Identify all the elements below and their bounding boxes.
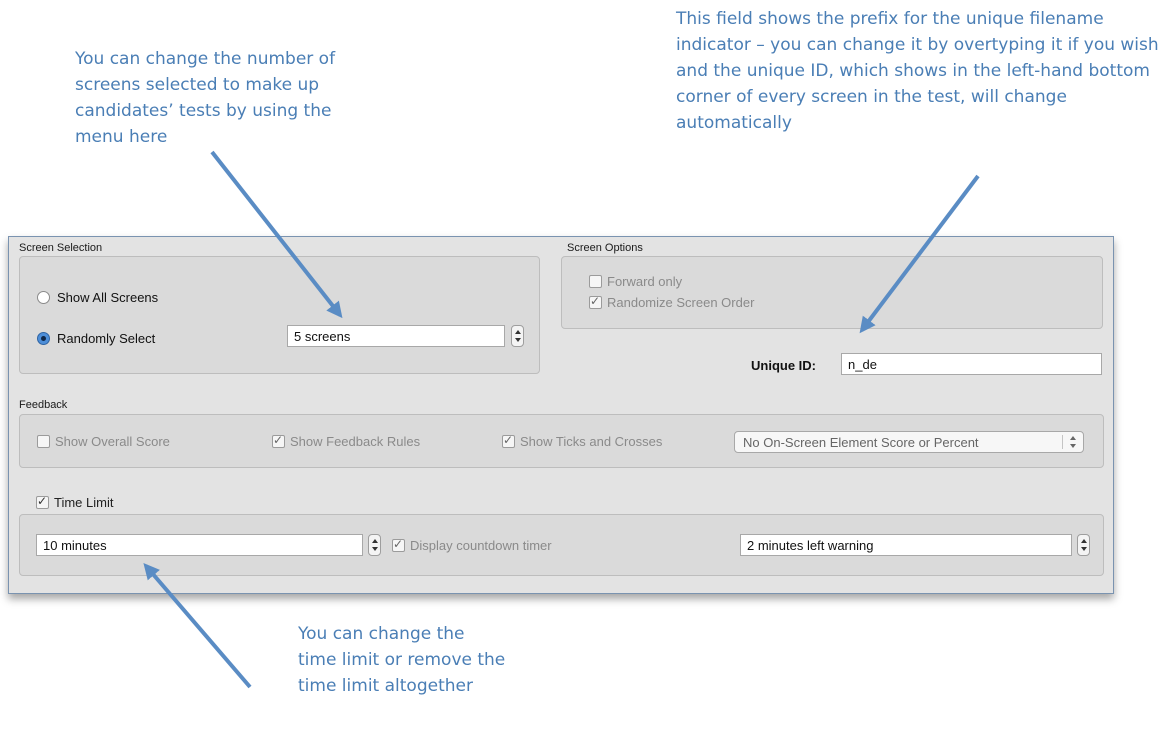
screen-selection-label: Screen Selection bbox=[19, 242, 103, 254]
checkbox-checked-icon bbox=[36, 494, 49, 509]
element-score-dropdown[interactable]: No On-Screen Element Score or Percent bbox=[734, 431, 1084, 453]
show-feedback-rules-checkbox[interactable]: Show Feedback Rules bbox=[272, 433, 421, 449]
randomly-select-label: Randomly Select bbox=[57, 331, 156, 346]
time-limit-field[interactable]: 10 minutes bbox=[36, 534, 363, 556]
time-limit-checkbox[interactable]: Time Limit bbox=[36, 494, 114, 510]
show-overall-score-checkbox[interactable]: Show Overall Score bbox=[37, 434, 170, 449]
unique-id-label: Unique ID: bbox=[751, 358, 816, 373]
display-countdown-checkbox[interactable]: Display countdown timer bbox=[392, 537, 552, 553]
screen-selection-group: Show All Screens Randomly Select 5 scree… bbox=[19, 256, 540, 374]
updown-chevron-icon bbox=[1069, 435, 1077, 449]
feedback-label: Feedback bbox=[19, 399, 68, 411]
radio-on-icon bbox=[37, 332, 50, 345]
checkbox-checked-icon bbox=[589, 294, 602, 309]
unique-id-field[interactable]: n_de bbox=[841, 353, 1102, 375]
randomize-order-label: Randomize Screen Order bbox=[607, 295, 755, 310]
time-limit-label: Time Limit bbox=[54, 495, 114, 510]
randomly-select-radio[interactable]: Randomly Select bbox=[37, 331, 155, 346]
callout-unique-id: This field shows the prefix for the uniq… bbox=[676, 9, 1159, 133]
callout-time-limit: You can change the time limit or remove … bbox=[298, 624, 506, 696]
screen-count-stepper[interactable] bbox=[511, 325, 524, 347]
callout-screens: You can change the number of screens sel… bbox=[75, 49, 336, 147]
show-feedback-rules-label: Show Feedback Rules bbox=[290, 434, 421, 449]
time-limit-stepper[interactable] bbox=[368, 534, 381, 556]
warning-time-stepper[interactable] bbox=[1077, 534, 1090, 556]
screen-options-label: Screen Options bbox=[567, 242, 643, 254]
checkbox-checked-icon bbox=[272, 433, 285, 448]
show-all-screens-radio[interactable]: Show All Screens bbox=[37, 290, 158, 305]
forward-only-checkbox[interactable]: Forward only bbox=[589, 274, 682, 289]
settings-panel: Screen Selection Show All Screens Random… bbox=[8, 236, 1114, 594]
show-ticks-crosses-label: Show Ticks and Crosses bbox=[520, 434, 663, 449]
time-limit-group: 10 minutes Display countdown timer 2 min… bbox=[19, 514, 1104, 576]
show-ticks-crosses-checkbox[interactable]: Show Ticks and Crosses bbox=[502, 433, 663, 449]
display-countdown-label: Display countdown timer bbox=[410, 538, 552, 553]
element-score-value: No On-Screen Element Score or Percent bbox=[743, 435, 979, 450]
show-all-screens-label: Show All Screens bbox=[57, 290, 159, 305]
dropdown-separator bbox=[1062, 435, 1063, 449]
randomize-order-checkbox[interactable]: Randomize Screen Order bbox=[589, 294, 755, 310]
screen-options-group: Forward only Randomize Screen Order bbox=[561, 256, 1103, 329]
checkbox-unchecked-icon bbox=[589, 275, 602, 288]
show-overall-score-label: Show Overall Score bbox=[55, 434, 170, 449]
checkbox-checked-icon bbox=[392, 537, 405, 552]
checkbox-checked-icon bbox=[502, 433, 515, 448]
checkbox-unchecked-icon bbox=[37, 435, 50, 448]
warning-time-field[interactable]: 2 minutes left warning bbox=[740, 534, 1072, 556]
forward-only-label: Forward only bbox=[607, 274, 683, 289]
screen-count-field[interactable]: 5 screens bbox=[287, 325, 505, 347]
feedback-group: Show Overall Score Show Feedback Rules S… bbox=[19, 414, 1104, 468]
radio-off-icon bbox=[37, 291, 50, 304]
